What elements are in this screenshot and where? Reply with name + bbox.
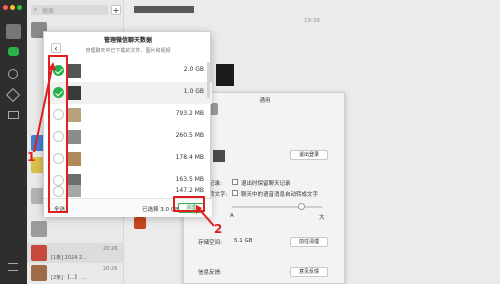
- annotation-arrows: [33, 62, 215, 227]
- annotation-label-two: 2: [214, 222, 223, 236]
- annotation-label-one: 1: [27, 150, 36, 164]
